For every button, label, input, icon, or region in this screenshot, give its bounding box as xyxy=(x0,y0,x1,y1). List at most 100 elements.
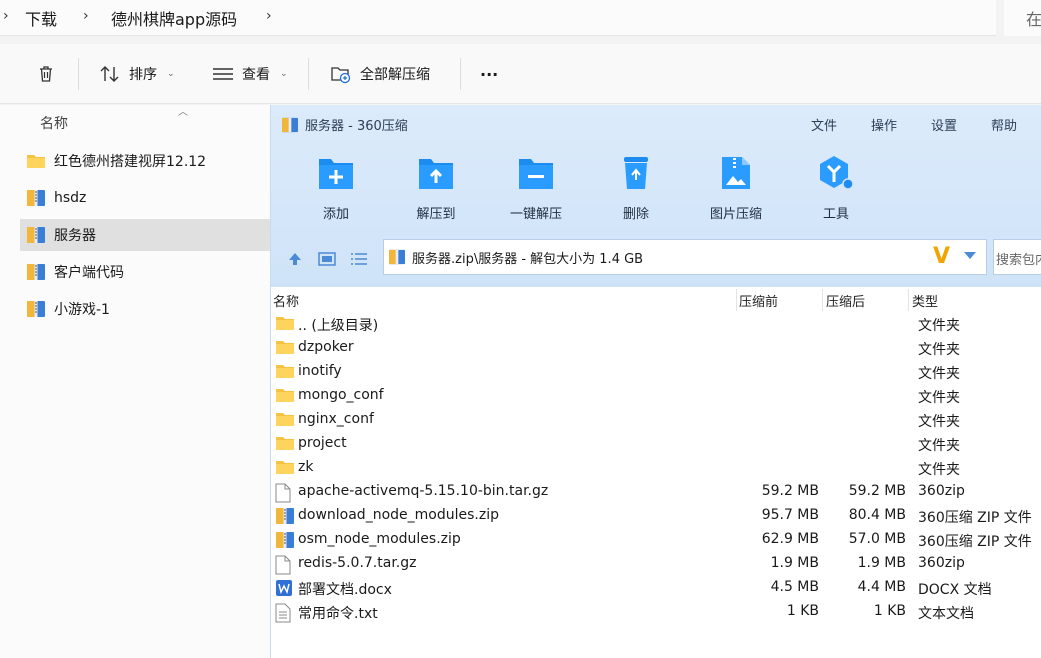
delete-archive-button[interactable]: 删除 xyxy=(586,153,686,223)
file-row[interactable]: nginx_conf 文件夹 xyxy=(271,408,1041,432)
column-header-before[interactable]: 压缩前 xyxy=(739,291,778,310)
search-input[interactable]: 在 xyxy=(1004,0,1041,36)
file-name: mongo_conf xyxy=(298,387,384,403)
up-button[interactable] xyxy=(283,247,307,271)
menu-settings[interactable]: 设置 xyxy=(931,115,957,134)
thumbnail-view-button[interactable] xyxy=(315,247,339,271)
file-row[interactable]: project 文件夹 xyxy=(271,432,1041,456)
sort-arrow-icon[interactable]: ︿ xyxy=(178,103,188,118)
name-column-header[interactable]: 名称 xyxy=(40,113,68,133)
image-compress-icon xyxy=(722,157,750,189)
image-compress-button[interactable]: 图片压缩 xyxy=(686,153,786,223)
one-click-extract-label: 一键解压 xyxy=(509,207,562,222)
file-row[interactable]: zk 文件夹 xyxy=(271,456,1041,480)
zip-window-title: 服务器 - 360压缩 xyxy=(305,119,408,134)
file-name: 部署文档.docx xyxy=(298,582,392,598)
folder-icon xyxy=(275,363,295,381)
nav-item-client-code[interactable]: 客户端代码 xyxy=(20,256,270,288)
nav-item-hsdz[interactable]: hsdz xyxy=(20,182,270,214)
divider xyxy=(460,58,461,90)
extract-all-button[interactable]: 全部解压缩 xyxy=(330,44,430,104)
dropdown-arrow-icon[interactable] xyxy=(964,252,976,259)
more-button[interactable]: ··· xyxy=(480,44,498,104)
extract-all-label: 全部解压缩 xyxy=(360,67,430,83)
sort-label: 排序 xyxy=(129,67,157,83)
menu-operation[interactable]: 操作 xyxy=(871,115,897,134)
nav-item-label: 小游戏-1 xyxy=(54,302,110,318)
file-name: apache-activemq-5.15.10-bin.tar.gz xyxy=(298,483,549,499)
file-row[interactable]: dzpoker 文件夹 xyxy=(271,336,1041,360)
file-row[interactable]: inotify 文件夹 xyxy=(271,360,1041,384)
file-row[interactable]: apache-activemq-5.15.10-bin.tar.gz 59.2 M… xyxy=(271,480,1041,504)
v-logo-icon[interactable]: V xyxy=(933,244,950,269)
folder-icon xyxy=(275,339,295,357)
archive-path-text: 服务器.zip\服务器 - 解包大小为 1.4 GB xyxy=(412,251,644,267)
word-doc-icon xyxy=(275,579,295,597)
up-arrow-icon xyxy=(289,253,301,265)
file-type: 文件夹 xyxy=(918,342,960,358)
zip-archive-icon xyxy=(27,301,45,317)
trash-icon xyxy=(40,66,52,82)
file-row[interactable]: osm_node_modules.zip 62.9 MB 57.0 MB 360压缩 … xyxy=(271,528,1041,552)
delete-button[interactable] xyxy=(36,44,56,104)
divider xyxy=(822,289,823,311)
column-header-after[interactable]: 压缩后 xyxy=(826,291,865,310)
column-header-name[interactable]: 名称 xyxy=(273,291,299,310)
file-row[interactable]: .. (上级目录) 文件夹 xyxy=(271,312,1041,336)
file-row[interactable]: 部署文档.docx 4.5 MB 4.4 MB DOCX 文档 xyxy=(271,576,1041,600)
file-row[interactable]: redis-5.0.7.tar.gz 1.9 MB 1.9 MB 360zip xyxy=(271,552,1041,576)
chevron-right-icon[interactable]: › xyxy=(3,8,9,24)
folder-icon xyxy=(275,387,295,405)
file-name: zk xyxy=(298,459,314,475)
file-type: 文件夹 xyxy=(918,414,960,430)
extract-to-label: 解压到 xyxy=(416,207,456,222)
nav-item-red-texas-video[interactable]: 红色德州搭建视屏12.12 xyxy=(20,145,270,177)
file-name: dzpoker xyxy=(298,339,354,355)
nav-item-server[interactable]: 服务器 xyxy=(20,219,270,251)
view-list-icon xyxy=(213,68,233,80)
file-row[interactable]: 常用命令.txt 1 KB 1 KB 文本文档 xyxy=(271,600,1041,624)
breadcrumb-downloads[interactable]: 下载 xyxy=(25,6,57,30)
zip-archive-icon xyxy=(27,190,45,206)
file-type: 文件夹 xyxy=(918,462,960,478)
file-name: .. (上级目录) xyxy=(298,318,379,334)
add-icon xyxy=(319,159,353,189)
file-size-before: 59.2 MB xyxy=(761,483,819,499)
zip-archive-icon xyxy=(27,264,45,280)
address-field[interactable]: › 下载 › 德州棋牌app源码 › xyxy=(0,0,996,36)
nav-item-mini-game[interactable]: 小游戏-1 xyxy=(20,293,270,325)
divider xyxy=(78,58,79,90)
file-type: 文件夹 xyxy=(918,366,960,382)
column-header-type[interactable]: 类型 xyxy=(912,291,938,310)
one-click-extract-icon xyxy=(519,159,553,189)
zip-archive-icon xyxy=(27,227,45,243)
folder-icon xyxy=(275,315,295,333)
extract-to-button[interactable]: 解压到 xyxy=(386,153,486,223)
add-label: 添加 xyxy=(322,207,349,222)
file-type: 文件夹 xyxy=(918,318,960,334)
chevron-right-icon[interactable]: › xyxy=(266,8,272,24)
tools-button[interactable]: 工具 xyxy=(786,153,886,223)
file-name: osm_node_modules.zip xyxy=(298,531,461,547)
one-click-extract-button[interactable]: 一键解压 xyxy=(486,153,586,223)
file-type: 360zip xyxy=(918,555,965,571)
archive-path-field[interactable]: 服务器.zip\服务器 - 解包大小为 1.4 GB V xyxy=(383,239,987,275)
view-button[interactable]: 查看 ⌄ xyxy=(212,44,288,104)
add-button[interactable]: 添加 xyxy=(286,153,386,223)
file-name: nginx_conf xyxy=(298,411,374,427)
list-view-button[interactable] xyxy=(347,247,371,271)
zip-title-bar: 服务器 - 360压缩 xyxy=(281,115,408,134)
archive-search-input[interactable]: 搜索包内 xyxy=(993,239,1041,275)
file-row[interactable]: download_node_modules.zip 95.7 MB 80.4 MB 3… xyxy=(271,504,1041,528)
sort-button[interactable]: 排序 ⌄ xyxy=(99,44,175,104)
menu-help[interactable]: 帮助 xyxy=(991,115,1017,134)
file-row[interactable]: mongo_conf 文件夹 xyxy=(271,384,1041,408)
tools-icon xyxy=(820,156,854,190)
file-type: 文件夹 xyxy=(918,390,960,406)
breadcrumb-current-folder[interactable]: 德州棋牌app源码 xyxy=(111,6,237,30)
file-name: 常用命令.txt xyxy=(298,606,378,622)
file-size-before: 1.9 MB xyxy=(770,555,819,571)
chevron-right-icon[interactable]: › xyxy=(83,8,89,24)
menu-file[interactable]: 文件 xyxy=(811,115,837,134)
nav-item-label: hsdz xyxy=(54,190,87,206)
